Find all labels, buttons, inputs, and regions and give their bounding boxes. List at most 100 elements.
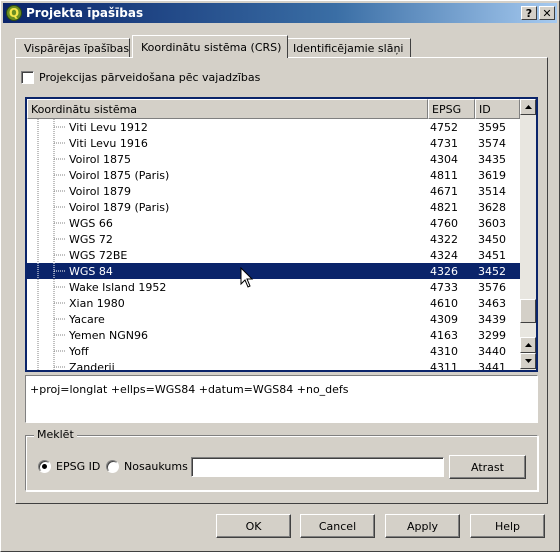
crs-name-cell: Yemen NGN96: [69, 328, 148, 342]
reprojection-label: Projekcijas pārveidošana pēc vajadzības: [39, 71, 261, 84]
column-header-id-label: ID: [479, 102, 491, 116]
crs-name-cell: Zanderij: [69, 360, 115, 371]
table-row[interactable]: Wake Island 1952 4733 3576: [27, 279, 520, 295]
reprojection-option[interactable]: Projekcijas pārveidošana pēc vajadzības: [21, 71, 260, 84]
column-header-crs[interactable]: Koordinātu sistēma: [27, 99, 428, 119]
ok-button[interactable]: OK: [216, 514, 291, 538]
project-properties-dialog: Q Projekta īpašības ? ✕ Vispārējas īpašī…: [0, 0, 560, 552]
tree-guide-lines: [37, 343, 65, 359]
tree-guide-lines: [37, 247, 65, 263]
title-bar[interactable]: Q Projekta īpašības ? ✕: [3, 3, 557, 23]
id-cell: 3299: [478, 328, 506, 342]
crs-name-cell: Voirol 1875 (Paris): [69, 168, 170, 182]
crs-name-cell: WGS 72BE: [69, 248, 128, 262]
epsg-cell: 4671: [430, 184, 458, 198]
id-cell: 3595: [478, 120, 506, 134]
apply-button[interactable]: Apply: [385, 514, 460, 538]
epsg-cell: 4760: [430, 216, 458, 230]
search-input[interactable]: [191, 457, 444, 477]
epsg-cell: 4304: [430, 152, 458, 166]
tree-guide-lines: [37, 279, 65, 295]
arrow-up-icon: [524, 343, 532, 347]
table-row[interactable]: WGS 84 4326 3452: [27, 263, 520, 279]
id-cell: 3628: [478, 200, 506, 214]
table-row[interactable]: Voirol 1879 4671 3514: [27, 183, 520, 199]
search-group: Meklēt EPSG ID Nosaukums Atrast: [25, 428, 538, 491]
scroll-down-button[interactable]: [520, 353, 536, 369]
radio-name[interactable]: [106, 460, 119, 473]
reprojection-checkbox[interactable]: [21, 71, 34, 84]
column-header-id[interactable]: ID: [475, 99, 520, 119]
table-row[interactable]: WGS 72BE 4324 3451: [27, 247, 520, 263]
epsg-cell: 4311: [430, 360, 458, 371]
epsg-cell: 4324: [430, 248, 458, 262]
epsg-cell: 4326: [430, 264, 458, 278]
table-row[interactable]: Viti Levu 1912 4752 3595: [27, 119, 520, 135]
crs-name-cell: Yoff: [69, 344, 89, 358]
radio-epsg[interactable]: [38, 460, 51, 473]
search-group-title: Meklēt: [34, 428, 77, 441]
apply-button-label: Apply: [406, 519, 439, 533]
crs-name-cell: WGS 84: [69, 264, 113, 278]
cancel-button[interactable]: Cancel: [300, 514, 375, 538]
tab-identifiable-layers[interactable]: Identificējamie slāņi: [284, 38, 411, 57]
epsg-cell: 4610: [430, 296, 458, 310]
epsg-cell: 4309: [430, 312, 458, 326]
scroll-up-small-button[interactable]: [520, 337, 536, 353]
radio-name-label: Nosaukums: [124, 460, 188, 473]
epsg-cell: 4752: [430, 120, 458, 134]
table-body: Viti Levu 1912 4752 3595 Viti Levu 1916 4731…: [27, 119, 520, 370]
column-header-epsg[interactable]: EPSG: [428, 99, 475, 119]
crs-name-cell: Voirol 1879: [69, 184, 132, 198]
table-row[interactable]: WGS 66 4760 3603: [27, 215, 520, 231]
tree-guide-lines: [37, 151, 65, 167]
close-title-button[interactable]: ✕: [539, 6, 555, 20]
epsg-cell: 4733: [430, 280, 458, 294]
tab-crs[interactable]: Koordinātu sistēma (CRS): [132, 35, 288, 58]
tab-crs-label: Koordinātu sistēma (CRS): [141, 40, 282, 54]
column-header-epsg-label: EPSG: [432, 102, 462, 116]
help-button-label: Help: [494, 519, 521, 533]
id-cell: 3514: [478, 184, 506, 198]
radio-epsg-option[interactable]: EPSG ID: [38, 460, 100, 473]
tree-guide-lines: [37, 263, 65, 279]
tree-guide-lines: [37, 295, 65, 311]
epsg-cell: 4322: [430, 232, 458, 246]
scroll-up-button[interactable]: [520, 99, 536, 115]
table-row[interactable]: Yemen NGN96 4163 3299: [27, 327, 520, 343]
cancel-button-label: Cancel: [318, 519, 357, 533]
id-cell: 3463: [478, 296, 506, 310]
table-row[interactable]: Viti Levu 1916 4731 3574: [27, 135, 520, 151]
epsg-cell: 4821: [430, 200, 458, 214]
epsg-cell: 4811: [430, 168, 458, 182]
qgis-app-icon: Q: [6, 5, 22, 21]
id-cell: 3440: [478, 344, 506, 358]
table-row[interactable]: Yacare 4309 3439: [27, 311, 520, 327]
help-title-button[interactable]: ?: [521, 6, 537, 20]
epsg-cell: 4310: [430, 344, 458, 358]
table-header: Koordinātu sistēma EPSG ID: [27, 99, 520, 119]
table-row[interactable]: WGS 72 4322 3450: [27, 231, 520, 247]
vertical-scrollbar[interactable]: [520, 99, 536, 370]
mouse-pointer-icon: [240, 267, 254, 288]
table-row[interactable]: Yoff 4310 3440: [27, 343, 520, 359]
arrow-up-icon: [524, 105, 532, 109]
crs-name-cell: Viti Levu 1912: [69, 120, 148, 134]
radio-name-option[interactable]: Nosaukums: [106, 460, 188, 473]
id-cell: 3574: [478, 136, 506, 150]
scroll-thumb[interactable]: [520, 299, 536, 323]
id-cell: 3450: [478, 232, 506, 246]
table-row[interactable]: Voirol 1875 4304 3435: [27, 151, 520, 167]
arrow-down-icon: [524, 359, 532, 363]
table-row[interactable]: Xian 1980 4610 3463: [27, 295, 520, 311]
table-row[interactable]: Voirol 1875 (Paris) 4811 3619: [27, 167, 520, 183]
tree-guide-lines: [37, 183, 65, 199]
find-button[interactable]: Atrast: [449, 455, 526, 479]
help-button[interactable]: Help: [470, 514, 545, 538]
id-cell: 3435: [478, 152, 506, 166]
id-cell: 3619: [478, 168, 506, 182]
tab-general[interactable]: Vispārējas īpašības: [15, 38, 130, 57]
table-row[interactable]: Zanderij 4311 3441: [27, 359, 520, 370]
crs-tree-table[interactable]: Koordinātu sistēma EPSG ID Viti Levu 191…: [25, 97, 538, 372]
table-row[interactable]: Voirol 1879 (Paris) 4821 3628: [27, 199, 520, 215]
